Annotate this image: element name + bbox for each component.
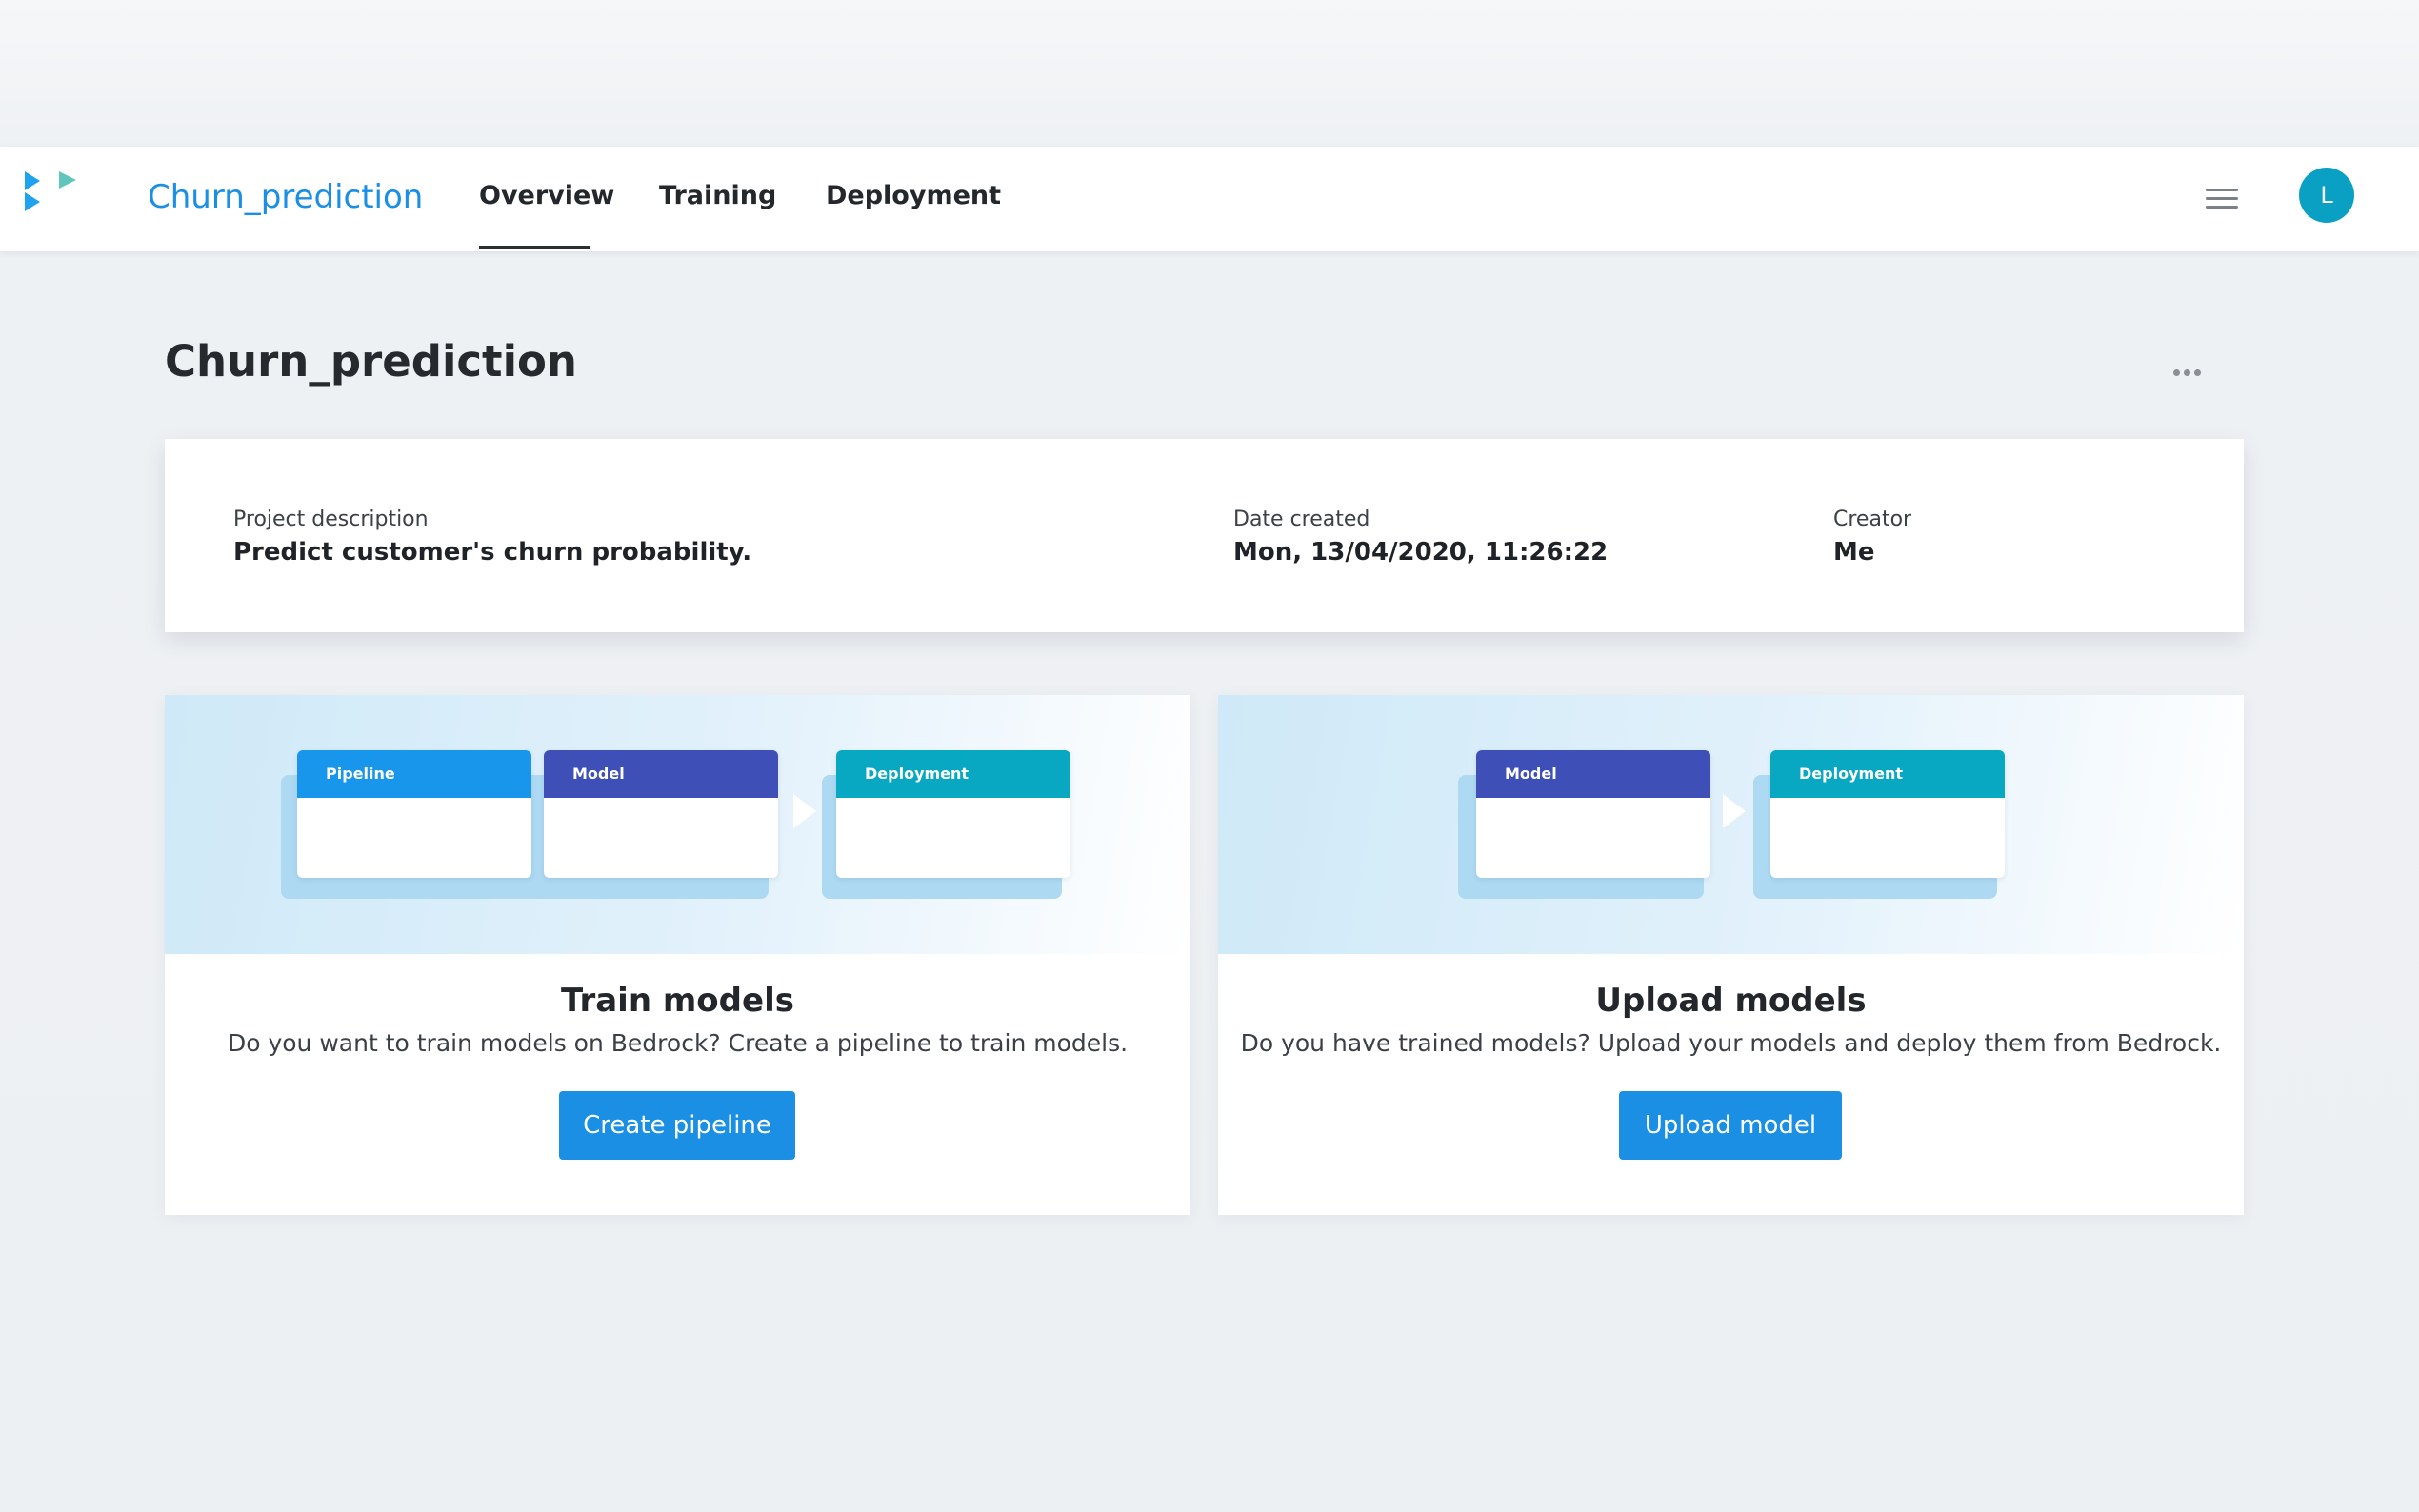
tab-training[interactable]: Training (659, 177, 776, 215)
upload-models-title: Upload models (1595, 982, 1867, 1020)
project-description: Project description Predict customer's c… (233, 506, 751, 570)
project-name-link[interactable]: Churn_prediction (148, 175, 423, 219)
top-navbar: Churn_prediction Overview Training Deplo… (0, 147, 2419, 251)
upload-models-description: Do you have trained models? Upload your … (1240, 1029, 2222, 1057)
page-title: Churn_prediction (165, 336, 577, 387)
model-stage-card: Model (544, 750, 778, 878)
model-stage-label: Model (1476, 750, 1710, 798)
pipeline-illustration: Pipeline Model Deployment (165, 695, 1190, 954)
deployment-stage-card: Deployment (836, 750, 1070, 878)
model-stage-label: Model (544, 750, 778, 798)
train-models-description: Do you want to train models on Bedrock? … (227, 1029, 1129, 1057)
project-info-card: Project description Predict customer's c… (165, 439, 2244, 632)
deployment-stage-label: Deployment (836, 750, 1070, 798)
tab-deployment[interactable]: Deployment (826, 177, 1001, 215)
more-options-icon[interactable] (2173, 362, 2211, 377)
create-pipeline-button[interactable]: Create pipeline (559, 1091, 795, 1160)
bedrock-logo-icon[interactable] (23, 171, 90, 225)
upload-models-card: Model Deployment Upload models Do you ha… (1218, 695, 2244, 1215)
arrow-icon (1723, 794, 1746, 828)
creator-label: Creator (1833, 507, 1912, 531)
date-created-label: Date created (1233, 507, 1370, 531)
model-stage-card: Model (1476, 750, 1710, 878)
date-created: Date created Mon, 13/04/2020, 11:26:22 (1233, 506, 1608, 570)
hamburger-menu-icon[interactable] (2206, 189, 2238, 211)
arrow-icon (793, 794, 816, 828)
creator-value: Me (1833, 538, 1875, 567)
project-description-value: Predict customer's churn probability. (233, 538, 752, 567)
pipeline-stage-card: Pipeline (297, 750, 531, 878)
creator: Creator Me (1833, 506, 1911, 570)
deployment-stage-card: Deployment (1770, 750, 2005, 878)
date-created-value: Mon, 13/04/2020, 11:26:22 (1233, 538, 1609, 567)
tab-overview[interactable]: Overview (479, 177, 614, 215)
deployment-stage-label: Deployment (1770, 750, 2005, 798)
train-models-card: Pipeline Model Deployment Train models D… (165, 695, 1190, 1215)
user-avatar[interactable]: L (2299, 168, 2354, 223)
train-models-title: Train models (561, 982, 794, 1020)
active-tab-indicator (479, 246, 590, 249)
upload-illustration: Model Deployment (1218, 695, 2244, 954)
pipeline-stage-label: Pipeline (297, 750, 531, 798)
upload-model-button[interactable]: Upload model (1619, 1091, 1842, 1160)
project-description-label: Project description (233, 507, 429, 531)
